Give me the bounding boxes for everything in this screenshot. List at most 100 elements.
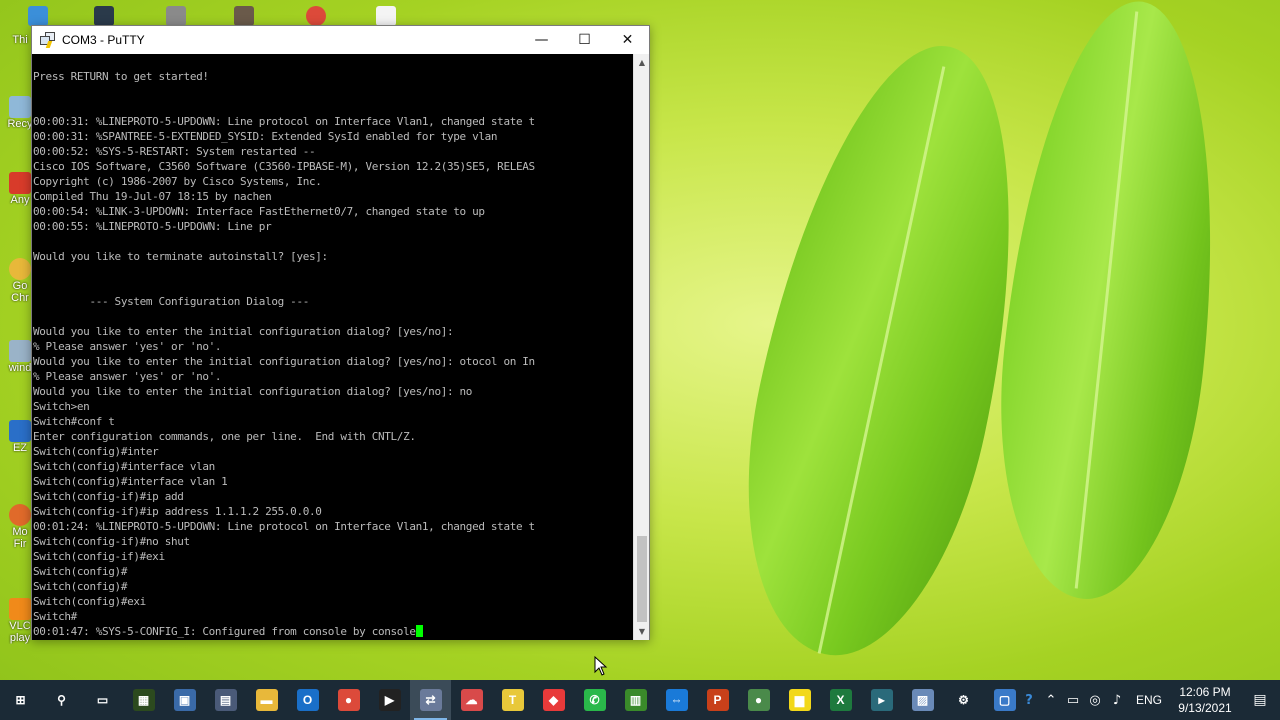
putty-icon[interactable]: [40, 32, 56, 48]
close-button[interactable]: ✕: [606, 26, 649, 54]
clock[interactable]: 12:06 PM 9/13/2021: [1170, 684, 1240, 716]
terminal-line: Switch(config-if)#ip address 1.1.1.2 255…: [33, 505, 322, 518]
network-icon[interactable]: ◎: [1084, 680, 1106, 720]
terminal-line: Switch(config)#: [33, 565, 128, 578]
app-box-icon: ▨: [911, 689, 934, 711]
terminal-output[interactable]: Press RETURN to get started! 00:00:31: %L…: [32, 54, 634, 640]
scroll-down-arrow-icon[interactable]: ▼: [634, 623, 650, 640]
terminal-line: 00:00:55: %LINEPROTO-5-UPDOWN: Line pr: [33, 220, 272, 233]
taskbar-item-file-explorer[interactable]: ▬: [246, 680, 287, 720]
maximize-button[interactable]: ☐: [563, 26, 606, 54]
minimize-button[interactable]: —: [520, 26, 563, 54]
taskbar-item-teamviewer-t[interactable]: T: [492, 680, 533, 720]
chrome-icon: ●: [337, 689, 360, 711]
system-tray: ? ⌃ ▭ ◎ ♪ ENG 12:06 PM 9/13/2021 ▤: [1018, 680, 1280, 720]
terminal-line: Copyright (c) 1986-2007 by Cisco Systems…: [33, 175, 322, 188]
scrollbar-thumb[interactable]: [637, 536, 647, 622]
taskbar-item-gns[interactable]: ▦: [123, 680, 164, 720]
terminal-line: % Please answer 'yes' or 'no'.: [33, 370, 222, 383]
terminal-line: 00:00:31: %LINEPROTO-5-UPDOWN: Line prot…: [33, 115, 535, 128]
app-icon[interactable]: [94, 6, 114, 26]
chrome-icon: [9, 258, 31, 280]
terminal-line: Switch(config)#: [33, 580, 128, 593]
terminal-line: Switch(config-if)#exi: [33, 550, 165, 563]
terminal-line: Press RETURN to get started!: [33, 70, 209, 83]
terminal-line: Switch(config)#interface vlan 1: [33, 475, 228, 488]
terminal-line: Would you like to enter the initial conf…: [33, 325, 454, 338]
taskbar-item-search[interactable]: ⚲: [41, 680, 82, 720]
taskbar-item-excel[interactable]: X: [820, 680, 861, 720]
taskbar-item-computer[interactable]: ▣: [164, 680, 205, 720]
taskbar-item-chrome[interactable]: ●: [328, 680, 369, 720]
volume-icon[interactable]: ♪: [1106, 680, 1128, 720]
taskbar-item-teamviewer[interactable]: ⇔: [656, 680, 697, 720]
clock-date: 9/13/2021: [1178, 701, 1232, 715]
terminal-line: Switch(config-if)#no shut: [33, 535, 190, 548]
taskbar-item-app-arrow[interactable]: ▸: [861, 680, 902, 720]
terminal-line: Enter configuration commands, one per li…: [33, 430, 416, 443]
powerpoint-icon: P: [706, 689, 729, 711]
file-icon[interactable]: [166, 6, 186, 26]
app-arrow-icon: ▸: [870, 689, 893, 711]
taskbar-item-outlook[interactable]: O: [287, 680, 328, 720]
terminal-line: Switch#: [33, 610, 77, 623]
putty-window[interactable]: COM3 - PuTTY — ☐ ✕ Press RETURN to get s…: [31, 25, 650, 640]
notification-icon[interactable]: ▤: [1240, 680, 1280, 720]
gns-icon: ▦: [132, 689, 155, 711]
close-icon: ✕: [621, 32, 634, 48]
chrome-2-icon: ●: [747, 689, 770, 711]
app-window-icon: ▢: [993, 689, 1016, 711]
anydesk-icon: [9, 172, 31, 194]
window-title: COM3 - PuTTY: [62, 33, 145, 47]
terminal-line: 00:01:47: %SYS-5-CONFIG_I: Configured fr…: [32, 624, 634, 639]
terminal-line: Compiled Thu 19-Jul-07 18:15 by nachen: [33, 190, 272, 203]
excel-icon: X: [829, 689, 852, 711]
firefox-icon: [9, 504, 31, 526]
taskbar-item-pcb[interactable]: ▥: [615, 680, 656, 720]
taskbar-item-putty[interactable]: ⇄: [410, 680, 451, 720]
settings-icon: ⚙: [958, 693, 969, 707]
terminal-line: Switch>en: [33, 400, 90, 413]
vertical-scrollbar[interactable]: ▲ ▼: [633, 54, 649, 640]
taskbar-item-whatsapp[interactable]: ✆: [574, 680, 615, 720]
whatsapp-icon: ✆: [583, 689, 606, 711]
taskbar-item-media[interactable]: ▶: [369, 680, 410, 720]
taskbar-item-settings[interactable]: ⚙: [943, 680, 984, 720]
taskbar-item-start[interactable]: ⊞: [0, 680, 41, 720]
terminal-line: Switch(config)#interface vlan: [33, 460, 215, 473]
teamviewer-t-icon: T: [501, 689, 524, 711]
taskbar-item-sticky-notes[interactable]: ▆: [779, 680, 820, 720]
language-indicator[interactable]: ENG: [1128, 693, 1170, 707]
document-icon[interactable]: [376, 6, 396, 26]
taskbar-item-network[interactable]: ▤: [205, 680, 246, 720]
taskbar-item-powerpoint[interactable]: P: [697, 680, 738, 720]
teamviewer-icon: ⇔: [665, 689, 688, 711]
scroll-up-arrow-icon[interactable]: ▲: [634, 54, 650, 71]
minimize-icon: —: [534, 32, 549, 48]
taskbar-item-anydesk[interactable]: ◆: [533, 680, 574, 720]
taskbar: ⊞ ⚲ ▭ ▦ ▣ ▤ ▬ O ● ▶ ⇄ ☁ T ◆ ✆ ▥ ⇔ P ● ▆ X ▸ ▨ ⚙ ▢ ? ⌃ ▭ ◎ ♪ ENG …: [0, 680, 1280, 720]
file-icon[interactable]: [234, 6, 254, 26]
task-view-icon: ▭: [96, 693, 109, 707]
taskbar-item-task-view[interactable]: ▭: [82, 680, 123, 720]
terminal-line: Cisco IOS Software, C3560 Software (C356…: [33, 160, 535, 173]
network-icon: ▤: [214, 689, 237, 711]
taskbar-item-chrome-2[interactable]: ●: [738, 680, 779, 720]
chrome-icon[interactable]: [306, 6, 326, 26]
terminal-line: 00:00:54: %LINK-3-UPDOWN: Interface Fast…: [33, 205, 485, 218]
terminal-line: Would you like to enter the initial conf…: [33, 385, 473, 398]
sticky-notes-icon: ▆: [788, 689, 811, 711]
pcb-icon: ▥: [624, 689, 647, 711]
window-titlebar[interactable]: COM3 - PuTTY — ☐ ✕: [32, 26, 649, 54]
taskbar-item-app-cloud[interactable]: ☁: [451, 680, 492, 720]
chevron-up-icon[interactable]: ⌃: [1040, 680, 1062, 720]
maximize-icon: ☐: [578, 32, 591, 48]
taskbar-item-app-box[interactable]: ▨: [902, 680, 943, 720]
battery-icon[interactable]: ▭: [1062, 680, 1084, 720]
terminal-line: Switch(config)#exi: [33, 595, 146, 608]
putty-icon: ⇄: [419, 689, 442, 711]
help-icon[interactable]: ?: [1018, 680, 1040, 720]
